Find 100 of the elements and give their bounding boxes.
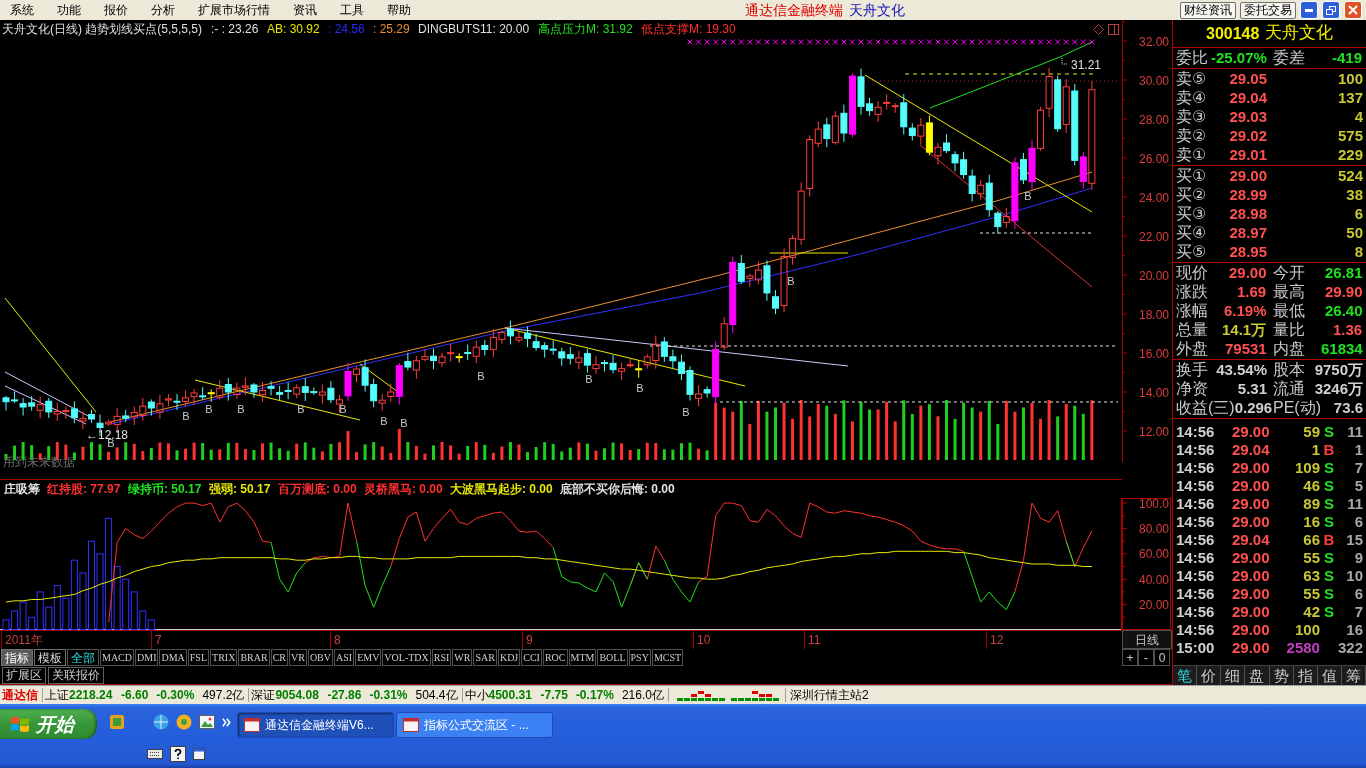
panel-tab[interactable]: 扩展区 [2,666,46,684]
index-value: 4500.31 [488,688,533,702]
zoom-button[interactable]: - [1138,649,1154,666]
trade-count: 7 [1353,459,1363,475]
indicator-tab[interactable]: CCI [521,649,542,666]
field-value: 61834 [1321,341,1363,356]
trade-volume: 16 [1302,513,1320,529]
indicator-tab[interactable]: VR [288,649,307,666]
indicator-tab[interactable]: WR [452,649,473,666]
toolbar-button[interactable]: 委托交易 [1240,1,1296,19]
trade-direction: S [1323,477,1335,493]
field-value: -419 [1332,50,1363,65]
globe-icon[interactable] [153,714,169,730]
menu-item[interactable]: 功能 [45,0,93,20]
order-volume: 38 [1345,187,1363,202]
legend-text: 强弱: 50.17 [209,482,271,496]
trade-price: 29.00 [1232,639,1268,655]
index-name: 上证 [45,688,69,702]
menu-item[interactable]: 帮助 [375,0,423,20]
cross-marker [1020,39,1027,45]
taskbar-button[interactable]: 指标公式交流区 - ... [396,712,553,738]
indicator-tab[interactable]: ROC [542,649,568,666]
app-icon[interactable] [109,714,125,730]
date-axis-label: 2011年 [5,633,43,647]
market-breadth-icon [730,689,779,701]
indicator-tab[interactable]: 全部 [67,649,99,666]
index-change: -6.60 [121,688,149,702]
taskbar-button[interactable]: 通达信金融终端V6... [237,712,394,738]
indicator-tab[interactable]: BOLL [597,649,628,666]
date-axis-label: 9 [526,633,533,647]
mode-tab[interactable]: 模板 [34,649,66,666]
indicator-tab[interactable]: DMI [135,649,159,666]
trade-volume: 55 [1302,549,1320,565]
period-button[interactable]: 日线 [1122,630,1172,649]
indicator-tab[interactable]: KDJ [497,649,521,666]
indicator-tab[interactable]: MACD [100,649,134,666]
menu-item[interactable]: 分析 [139,0,187,20]
indicator-tab[interactable]: VOL-TDX [382,649,431,666]
window-icon[interactable] [193,748,205,760]
indicator-tab[interactable]: RSI [431,649,452,666]
restore-button[interactable] [1322,1,1340,19]
menu-item[interactable]: 报价 [92,0,140,20]
menu-item[interactable]: 扩展市场行情 [186,0,282,20]
picture-icon[interactable] [199,714,215,730]
toolbar-button[interactable]: 财经资讯 [1180,1,1236,19]
start-button[interactable]: 开始 [0,709,97,739]
indicator-tab[interactable]: BRAR [238,649,270,666]
field-value: 3246万 [1314,381,1363,396]
minimize-button[interactable] [1300,1,1318,19]
index-change: -7.75 [540,688,568,702]
close-button[interactable] [1344,1,1362,19]
cross-marker [858,39,864,45]
trade-price: 29.00 [1232,423,1268,439]
stock-code: 300148 [1206,23,1260,44]
circle-icon[interactable] [176,714,192,730]
trade-volume: 55 [1302,585,1320,601]
windows-logo-icon [10,715,30,733]
menu-item[interactable]: 资讯 [281,0,329,20]
field-label: 涨幅 [1176,302,1208,319]
mode-tab[interactable]: 指标 [1,649,33,666]
indicator-tab[interactable]: PSY [628,649,651,666]
indicator-tab[interactable]: SAR [473,649,497,666]
question-icon[interactable] [170,746,186,762]
cross-marker [695,39,702,45]
price-axis-label: 14.00 [1138,385,1169,400]
trade-time: 14:56 [1176,585,1216,601]
indicator-tab[interactable]: ASI [334,649,355,666]
panel-tab[interactable]: 关联报价 [48,666,104,684]
index-percent: -0.31% [369,688,408,702]
field-value: 43.54% [1216,362,1267,377]
indicator-tab[interactable]: DMA [159,649,187,666]
indicator-tab[interactable]: CR [270,649,288,666]
trade-count: 6 [1353,513,1363,529]
indicator-tab[interactable]: OBV [307,649,333,666]
trade-price: 29.04 [1232,531,1268,547]
indicator-tab[interactable]: TRIX [210,649,238,666]
indicator-tab[interactable]: EMV [355,649,382,666]
date-axis-label: 10 [697,633,711,647]
legend-text: : 24.56 [328,22,365,36]
field-label: 最高 [1273,283,1305,300]
trade-price: 29.00 [1232,513,1268,529]
menu-item[interactable]: 工具 [328,0,376,20]
zoom-button[interactable]: + [1122,649,1138,666]
legend-text: DINGBUTS11: 20.00 [418,22,530,36]
buy-signal-label: B [380,415,388,427]
indicator-tab[interactable]: MTM [568,649,597,666]
menu-item[interactable]: 系统 [0,0,46,20]
field-value: 1.36 [1333,322,1363,337]
zoom-button[interactable]: 0 [1154,649,1170,666]
indicator-tab[interactable]: MCST [651,649,684,666]
keyboard-icon[interactable] [147,749,163,759]
field-label: 委差 [1273,49,1305,66]
field-label: 外盘 [1176,340,1208,357]
chevron-icon[interactable] [222,717,231,727]
indicator-tab[interactable]: FSL [187,649,210,666]
field-value: 14.1万 [1222,322,1267,337]
trade-volume: 100 [1293,621,1320,637]
trade-volume: 66 [1302,531,1320,547]
order-volume: 137 [1336,90,1363,105]
order-level-label: 卖④ [1176,89,1208,106]
